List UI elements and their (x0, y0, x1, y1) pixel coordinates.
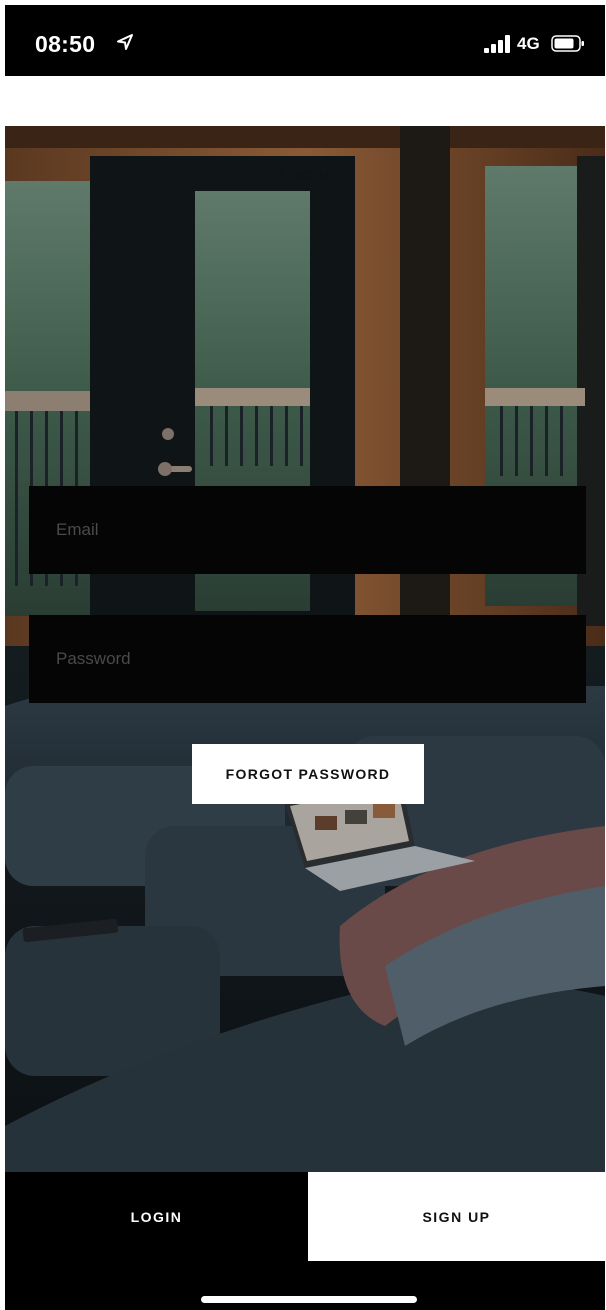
signup-tab-button[interactable]: SIGN UP (308, 1172, 605, 1261)
app-screen: 08:50 4G LOGIN Email FORGOT PASSWORD LOG… (0, 0, 606, 1310)
status-time: 08:50 (35, 31, 96, 57)
password-field[interactable] (29, 615, 586, 703)
home-indicator[interactable] (201, 1296, 417, 1303)
screen-title: LOGIN (280, 168, 330, 185)
battery-icon (551, 35, 584, 52)
password-input[interactable] (54, 648, 558, 670)
login-tab-button[interactable]: LOGIN (5, 1172, 308, 1261)
email-field[interactable] (29, 486, 586, 574)
signal-bars-icon (484, 35, 510, 53)
header-spacer (5, 76, 605, 126)
forgot-password-button[interactable]: FORGOT PASSWORD (192, 744, 424, 804)
location-arrow-icon (117, 34, 133, 50)
status-bar: 08:50 4G (5, 5, 605, 76)
network-type: 4G (517, 34, 540, 53)
bottom-tab-bar: LOGIN SIGN UP (5, 1172, 605, 1310)
email-input[interactable] (54, 519, 558, 541)
screenshot-edge (0, 0, 5, 1310)
